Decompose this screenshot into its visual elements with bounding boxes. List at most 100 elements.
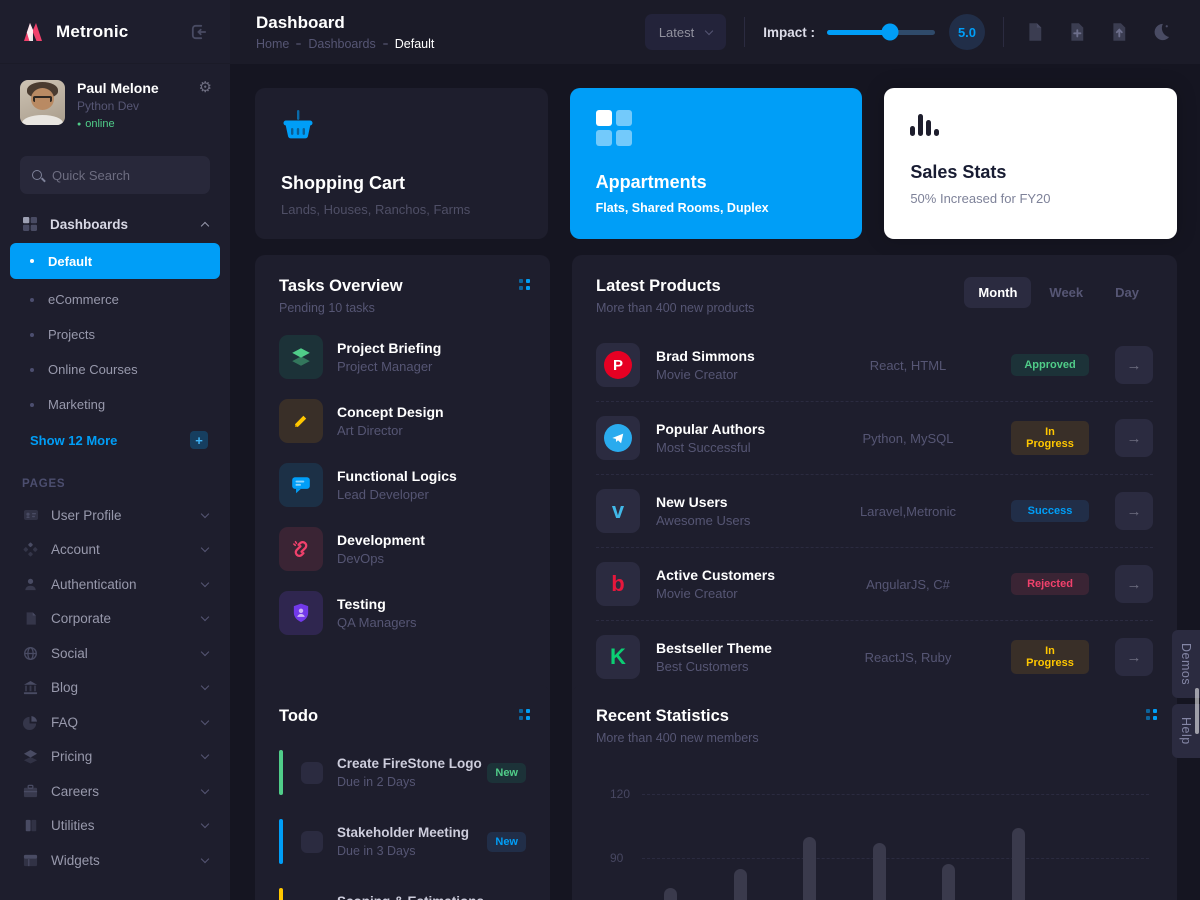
todo-checkbox[interactable]	[301, 831, 323, 853]
book-icon	[22, 818, 39, 833]
chat-icon	[279, 463, 323, 507]
tab-day[interactable]: Day	[1101, 277, 1153, 308]
online-status-badge: online	[77, 118, 199, 130]
file-upload-icon[interactable]	[1106, 19, 1132, 45]
moon-icon[interactable]	[1148, 19, 1174, 45]
slider-thumb[interactable]	[881, 24, 898, 41]
todo-item: Create FireStone Logo Due in 2 Days New	[279, 750, 526, 795]
sidebar-item-default[interactable]: Default	[10, 243, 220, 279]
impact-control: Impact : 5.0	[763, 14, 985, 50]
stack-icon	[22, 749, 39, 764]
vimeo-logo: v	[596, 489, 640, 533]
sales-stats-card[interactable]: Sales Stats 50% Increased for FY20	[884, 88, 1177, 239]
card-menu-icon[interactable]	[519, 279, 530, 290]
product-name[interactable]: New Users	[656, 494, 833, 510]
diamonds-icon	[22, 542, 39, 557]
page-scrollbar[interactable]	[1195, 688, 1199, 734]
product-name[interactable]: Brad Simmons	[656, 348, 833, 364]
sidebar-item-authentication[interactable]: Authentication	[0, 567, 230, 602]
tab-month[interactable]: Month	[964, 277, 1031, 308]
todo-checkbox[interactable]	[301, 762, 323, 784]
product-row: K Bestseller Theme Best Customers ReactJ…	[596, 621, 1153, 693]
bullet-icon	[30, 403, 34, 407]
sidebar-item-online-courses[interactable]: Online Courses	[0, 352, 230, 387]
product-name[interactable]: Popular Authors	[656, 421, 833, 437]
sidebar-item-projects[interactable]: Projects	[0, 317, 230, 352]
breadcrumb-separator	[296, 43, 301, 45]
document-icon	[22, 611, 39, 626]
file-plus-icon[interactable]	[1064, 19, 1090, 45]
product-tech: Python, MySQL	[833, 431, 983, 446]
squares-grid-icon	[596, 110, 632, 146]
arrow-right-button[interactable]: →	[1115, 565, 1153, 603]
grid-icon	[22, 216, 38, 232]
impact-slider[interactable]	[827, 30, 935, 35]
todo-title[interactable]: Scoping & Estimations	[337, 894, 487, 900]
sidebar-item-dashboards[interactable]: Dashboards	[0, 208, 230, 240]
breadcrumb-dashboards[interactable]: Dashboards	[308, 37, 375, 51]
product-role: Most Successful	[656, 440, 833, 455]
sidebar-item-careers[interactable]: Careers	[0, 774, 230, 809]
kickstarter-logo: K	[596, 635, 640, 679]
sidebar-item-utilities[interactable]: Utilities	[0, 809, 230, 844]
sidebar-item-account[interactable]: Account	[0, 533, 230, 568]
avatar	[20, 80, 65, 125]
arrow-right-button[interactable]: →	[1115, 419, 1153, 457]
arrow-right-button[interactable]: →	[1115, 492, 1153, 530]
quick-search[interactable]	[20, 156, 210, 194]
card-menu-icon[interactable]	[519, 709, 530, 720]
sidebar-item-corporate[interactable]: Corporate	[0, 602, 230, 637]
todo-card: Todo Create FireStone Logo Due in 2 Days…	[255, 685, 550, 900]
appartments-card[interactable]: Appartments Flats, Shared Rooms, Duplex	[570, 88, 863, 239]
sidebar-item-pricing[interactable]: Pricing	[0, 740, 230, 775]
shopping-cart-card[interactable]: Shopping Cart Lands, Houses, Ranchos, Fa…	[255, 88, 548, 239]
todo-title[interactable]: Create FireStone Logo	[337, 756, 487, 771]
sidebar-item-ecommerce[interactable]: eCommerce	[0, 282, 230, 317]
sidebar-item-faq[interactable]: FAQ	[0, 705, 230, 740]
logo-row: Metronic	[0, 0, 230, 64]
task-item[interactable]: Testing QA Managers	[279, 591, 526, 635]
page-item-label: Blog	[51, 680, 202, 695]
status-badge: Rejected	[1011, 573, 1089, 595]
divider	[744, 17, 745, 47]
sub-item-label: Marketing	[48, 397, 105, 412]
task-item[interactable]: Functional Logics Lead Developer	[279, 463, 526, 507]
card-subtitle: More than 400 new products	[596, 301, 754, 315]
main-content: Shopping Cart Lands, Houses, Ranchos, Fa…	[230, 64, 1200, 900]
arrow-right-button[interactable]: →	[1115, 638, 1153, 676]
card-subtitle: Pending 10 tasks	[279, 301, 526, 315]
sidebar-item-marketing[interactable]: Marketing	[0, 387, 230, 422]
sub-item-label: Online Courses	[48, 362, 138, 377]
product-tech: AngularJS, C#	[833, 577, 983, 592]
todo-title[interactable]: Stakeholder Meeting	[337, 825, 487, 840]
task-subtitle: QA Managers	[337, 615, 417, 630]
arrow-right-button[interactable]: →	[1115, 346, 1153, 384]
product-name[interactable]: Active Customers	[656, 567, 833, 583]
task-item[interactable]: Project Briefing Project Manager	[279, 335, 526, 379]
sidebar-item-widgets[interactable]: Widgets	[0, 843, 230, 878]
sidebar-toggle-icon[interactable]	[186, 19, 212, 45]
gear-icon[interactable]: ⚙	[199, 80, 212, 95]
sidebar-item-blog[interactable]: Blog	[0, 671, 230, 706]
latest-dropdown[interactable]: Latest	[645, 14, 726, 50]
chevron-up-icon	[201, 221, 209, 229]
show-more-link[interactable]: Show 12 More +	[0, 422, 230, 458]
breadcrumb-home[interactable]: Home	[256, 37, 289, 51]
sidebar-menu: Dashboards Default eCommerce Projects On…	[0, 208, 230, 878]
bullet-icon	[30, 368, 34, 372]
sidebar-item-social[interactable]: Social	[0, 636, 230, 671]
task-item[interactable]: Concept Design Art Director	[279, 399, 526, 443]
status-badge: Success	[1011, 500, 1089, 522]
task-item[interactable]: Development DevOps	[279, 527, 526, 571]
tab-week[interactable]: Week	[1035, 277, 1097, 308]
chevron-down-icon	[201, 820, 209, 828]
product-name[interactable]: Bestseller Theme	[656, 640, 833, 656]
chart-bar	[664, 888, 677, 900]
user-profile-block[interactable]: Paul Melone Python Dev online ⚙	[0, 64, 230, 144]
search-input[interactable]	[52, 168, 192, 183]
search-icon	[32, 170, 42, 180]
plus-icon[interactable]: +	[190, 431, 208, 449]
sidebar-item-user-profile[interactable]: User Profile	[0, 498, 230, 533]
file-document-icon[interactable]	[1022, 19, 1048, 45]
metronic-logo-icon	[20, 19, 46, 45]
